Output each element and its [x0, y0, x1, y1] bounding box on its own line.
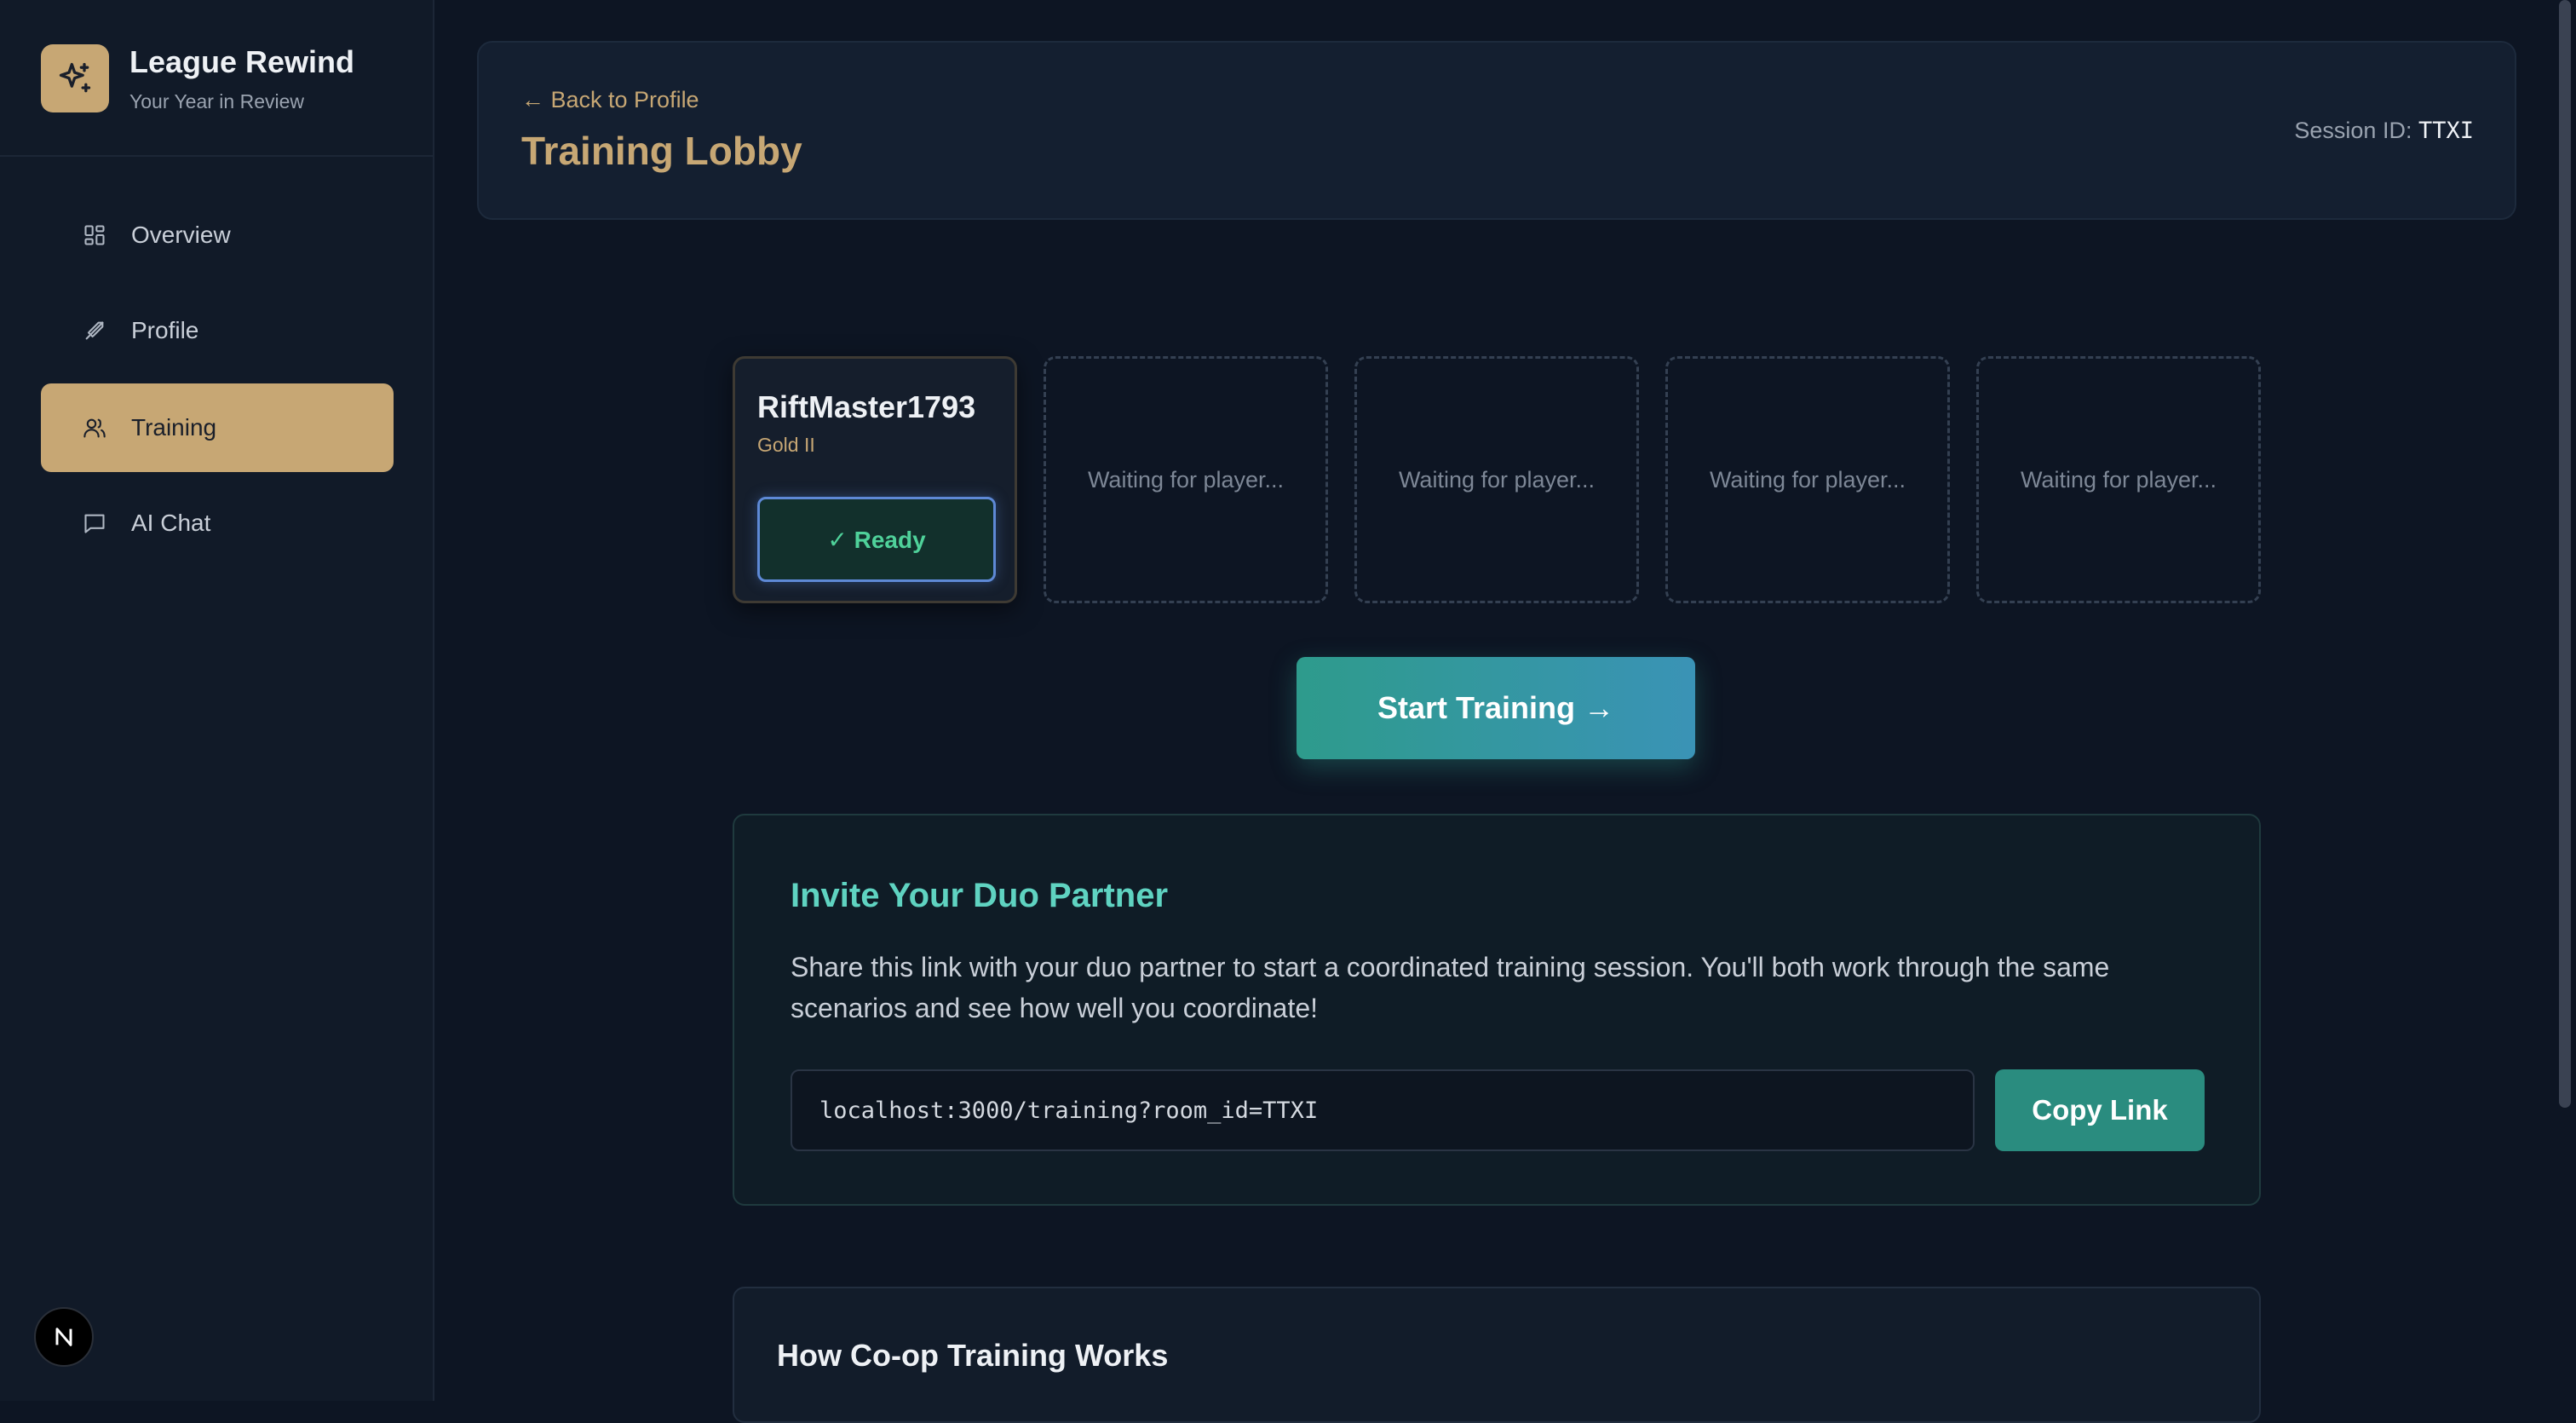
empty-player-slot: Waiting for player...	[1354, 356, 1639, 603]
dev-tools-badge[interactable]	[34, 1307, 94, 1367]
lobby-header: ← Back to Profile Training Lobby Session…	[477, 41, 2516, 220]
empty-player-slot: Waiting for player...	[1976, 356, 2261, 603]
brand-header: League Rewind Your Year in Review	[0, 0, 433, 157]
sidebar: League Rewind Your Year in Review Overvi…	[0, 0, 434, 1401]
back-to-profile-link[interactable]: ← Back to Profile	[521, 87, 699, 113]
sidebar-item-label: Overview	[131, 222, 231, 248]
how-it-works-card: How Co-op Training Works	[733, 1287, 2261, 1423]
sidebar-item-profile[interactable]: Profile	[41, 286, 394, 375]
sidebar-item-training[interactable]: Training	[41, 383, 394, 472]
app-tagline: Your Year in Review	[129, 90, 305, 112]
users-icon	[82, 415, 107, 441]
scrollbar-thumb[interactable]	[2559, 0, 2571, 1108]
empty-player-slot: Waiting for player...	[1665, 356, 1950, 603]
invite-card: Invite Your Duo Partner Share this link …	[733, 814, 2261, 1206]
player-slot: RiftMaster1793 Gold II ✓ Ready	[733, 356, 1017, 603]
sidebar-item-label: Training	[131, 414, 217, 441]
sparkles-icon[interactable]	[41, 44, 109, 112]
session-label: Session ID:	[2294, 118, 2412, 143]
sidebar-item-ai-chat[interactable]: AI Chat	[41, 479, 394, 567]
invite-title: Invite Your Duo Partner	[791, 877, 1169, 914]
sidebar-item-label: AI Chat	[131, 510, 211, 536]
ready-button[interactable]: ✓ Ready	[757, 497, 996, 582]
empty-player-slot: Waiting for player...	[1044, 356, 1328, 603]
how-it-works-title: How Co-op Training Works	[777, 1338, 1169, 1373]
invite-link-field[interactable]: localhost:3000/training?room_id=TTXI	[791, 1069, 1975, 1151]
grid-icon	[82, 222, 107, 248]
chat-icon	[82, 510, 107, 536]
sidebar-item-label: Profile	[131, 317, 199, 343]
sword-icon	[82, 318, 107, 343]
session-id: Session ID: TTXI	[2294, 118, 2474, 144]
player-rank: Gold II	[757, 434, 815, 456]
start-training-button[interactable]: Start Training →	[1297, 657, 1695, 759]
app-name: League Rewind	[129, 44, 355, 79]
sidebar-item-overview[interactable]: Overview	[41, 191, 394, 279]
session-id-value: TTXI	[2418, 118, 2474, 144]
copy-link-button[interactable]: Copy Link	[1995, 1069, 2205, 1151]
invite-description: Share this link with your duo partner to…	[791, 952, 2110, 1023]
player-name: RiftMaster1793	[757, 389, 976, 424]
n-logo-icon	[55, 1328, 72, 1346]
page-title: Training Lobby	[521, 129, 802, 173]
